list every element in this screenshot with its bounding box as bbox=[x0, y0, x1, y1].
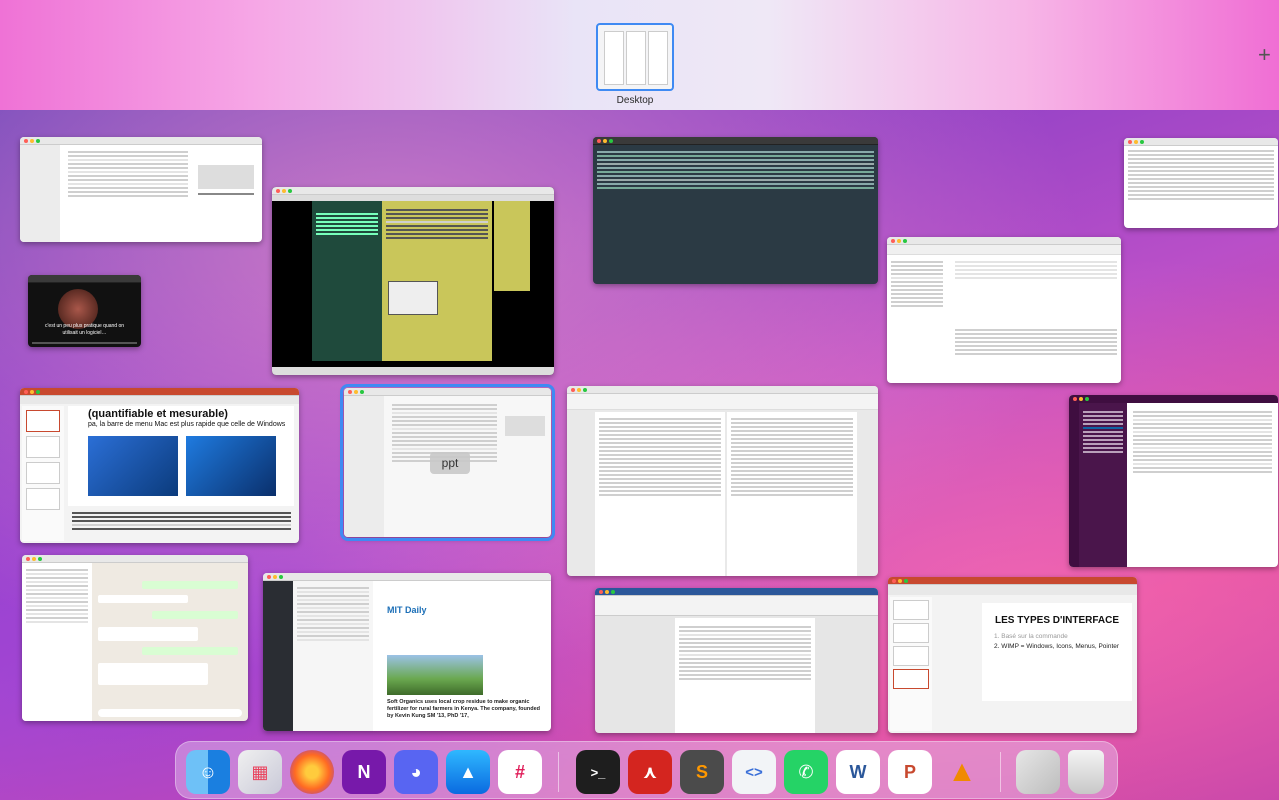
mail-heading: MIT Daily bbox=[387, 605, 427, 615]
testflight-icon[interactable]: ▲ bbox=[446, 750, 490, 794]
word-window[interactable] bbox=[595, 588, 878, 733]
mail-headline: Soft Organics uses local crop residue to… bbox=[387, 699, 541, 719]
onenote-icon[interactable]: N bbox=[342, 750, 386, 794]
acrobat-icon[interactable]: ⋏ bbox=[628, 750, 672, 794]
ppt-right-item2: 2. WIMP = Windows, Icons, Menus, Pointer bbox=[994, 643, 1120, 650]
whatsapp-window[interactable] bbox=[22, 555, 248, 721]
pdf-document-window[interactable] bbox=[567, 386, 878, 576]
trash-icon[interactable] bbox=[1068, 750, 1104, 794]
launchpad-icon[interactable]: ▦ bbox=[238, 750, 282, 794]
ppt-right-item1: 1. Basé sur la commande bbox=[994, 633, 1068, 640]
finder-window-top[interactable] bbox=[20, 137, 262, 242]
powerpoint-window-right[interactable]: LES TYPES D'INTERFACE 1. Basé sur la com… bbox=[888, 577, 1137, 733]
vlc-icon[interactable]: ▲ bbox=[940, 750, 984, 794]
dock: ☺ ▦ N ◕ ▲ # >_ ⋏ S <> ✆ W P ▲ bbox=[175, 741, 1118, 799]
add-space-icon[interactable]: + bbox=[1258, 44, 1271, 66]
ppt-right-slide-heading: LES TYPES D'INTERFACE bbox=[994, 615, 1120, 626]
terminal-window[interactable] bbox=[593, 137, 878, 284]
ppt-drag-badge: ppt bbox=[430, 452, 470, 474]
powerpoint-icon[interactable]: P bbox=[888, 750, 932, 794]
spaces-bar: Desktop + bbox=[0, 0, 1279, 110]
text-log-window[interactable] bbox=[1124, 138, 1278, 228]
file-manager-window[interactable] bbox=[887, 237, 1121, 383]
dock-separator-2 bbox=[1000, 752, 1001, 792]
powerpoint-window-left[interactable]: (quantifiable et mesurable) pa, la barre… bbox=[20, 388, 299, 543]
firefox-icon[interactable] bbox=[290, 750, 334, 794]
desktop-space-thumbnail[interactable] bbox=[596, 23, 674, 91]
ppt-slide-heading2: pa, la barre de menu Mac est plus rapide… bbox=[88, 421, 286, 428]
ppt-slide-heading1: (quantifiable et mesurable) bbox=[88, 408, 228, 420]
whatsapp-icon[interactable]: ✆ bbox=[784, 750, 828, 794]
browser-course-window[interactable] bbox=[272, 187, 554, 375]
mail-window[interactable]: MIT Daily Soft Organics uses local crop … bbox=[263, 573, 551, 731]
slack-icon[interactable]: # bbox=[498, 750, 542, 794]
video-caption-line1: c'est un peu plus pratique quand on bbox=[44, 323, 125, 329]
sublime-icon[interactable]: S bbox=[680, 750, 724, 794]
dock-separator-1 bbox=[558, 752, 559, 792]
discord-icon[interactable]: ◕ bbox=[394, 750, 438, 794]
video-player-window[interactable]: c'est un peu plus pratique quand on util… bbox=[28, 275, 141, 347]
slack-window[interactable] bbox=[1069, 395, 1278, 567]
video-caption-line2: utilisait un logiciel… bbox=[62, 330, 107, 336]
word-icon[interactable]: W bbox=[836, 750, 880, 794]
terminal-icon[interactable]: >_ bbox=[576, 750, 620, 794]
xcode-icon[interactable]: <> bbox=[732, 750, 776, 794]
desktop-space-label: Desktop bbox=[616, 95, 654, 106]
finder-icon[interactable]: ☺ bbox=[186, 750, 230, 794]
documents-icon[interactable] bbox=[1016, 750, 1060, 794]
